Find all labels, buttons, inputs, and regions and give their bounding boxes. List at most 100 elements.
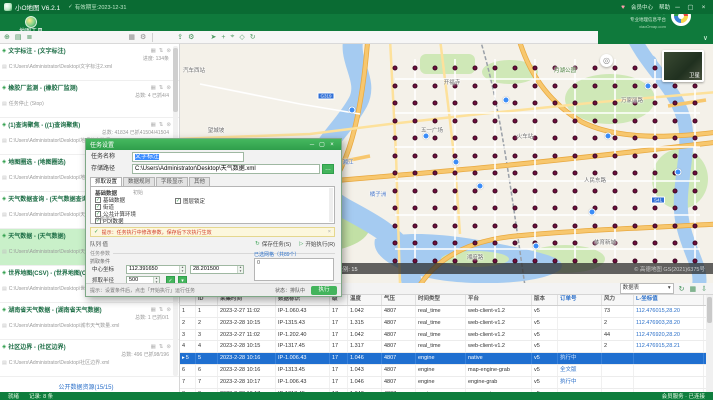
satellite-layer-toggle[interactable]: 卫星 bbox=[662, 50, 704, 82]
export-icon[interactable]: ⇩ bbox=[701, 285, 707, 293]
locate-button[interactable]: ◎ bbox=[600, 54, 613, 67]
save-icon: ↻ bbox=[255, 241, 260, 247]
heart-icon[interactable]: ♥ bbox=[621, 4, 625, 11]
column-header[interactable]: 版本 bbox=[532, 295, 558, 305]
task-item[interactable]: ◈ 橡胶厂监测 - (橡胶厂监测) ▦ ⇅ ⊗ 总数: 4 已抓4/4 ▤ 任务… bbox=[0, 81, 179, 118]
task-item-tools[interactable]: ▦ ⇅ ⊗ bbox=[151, 307, 171, 313]
table-cell[interactable]: 112.476915,28.21 bbox=[634, 341, 704, 352]
refresh-icon[interactable]: ↻ bbox=[250, 33, 256, 41]
pan-icon[interactable]: + bbox=[221, 34, 225, 41]
column-header[interactable]: 订单号 bbox=[558, 295, 602, 305]
dialog-tab[interactable]: 抓取设置 bbox=[90, 177, 122, 186]
table-row[interactable]: 112023-2-27 11:02IP-1.060.43171.0424807r… bbox=[180, 306, 713, 318]
column-header[interactable]: 风力 bbox=[602, 295, 634, 305]
polygon-icon[interactable]: ◇ bbox=[239, 33, 244, 41]
select-cursor-icon[interactable]: ➤ bbox=[210, 33, 216, 41]
dialog-title-bar[interactable]: 任务设置 ─ ▢ × bbox=[86, 139, 341, 150]
gear-icon[interactable]: ⚙ bbox=[140, 33, 146, 41]
task-list-icon[interactable]: ≣ bbox=[27, 33, 33, 41]
share-icon[interactable]: ⇪ bbox=[177, 33, 183, 41]
task-title: 橡胶厂监测 - (橡胶厂监测) bbox=[8, 83, 148, 92]
dataset-select[interactable]: 数据表 ▾ bbox=[620, 283, 674, 294]
columns-icon[interactable]: ▦ bbox=[128, 33, 135, 41]
browse-button[interactable]: … bbox=[322, 164, 334, 174]
task-file-path: ▤ 任务停止 (Stop) bbox=[2, 100, 171, 107]
table-cell: 1.043 bbox=[348, 365, 382, 376]
table-cell bbox=[634, 365, 704, 376]
grid-dot bbox=[473, 153, 478, 158]
dialog-tab[interactable]: 其他 bbox=[189, 177, 210, 186]
grid-dot bbox=[473, 66, 478, 71]
table-cell[interactable]: 全文版 bbox=[558, 365, 602, 376]
dialog-minimize-button[interactable]: ─ bbox=[307, 142, 317, 148]
task-name-input[interactable]: 文字标注 bbox=[132, 152, 244, 162]
task-file-path: ▤ C:\Users\Administrator\Desktop\文字标注2.x… bbox=[2, 63, 171, 70]
storage-path-input[interactable]: C:\Users\Administrator\Desktop\天气数据.xml bbox=[132, 164, 320, 174]
column-header[interactable]: L-坐标值 bbox=[634, 295, 704, 305]
save-task-button[interactable]: ↻ 保存任务(S) bbox=[255, 240, 291, 248]
task-item-tools[interactable]: ▦ ⇅ ⊗ bbox=[151, 48, 171, 54]
maximize-button[interactable]: ▢ bbox=[685, 3, 696, 11]
task-item[interactable]: ◈ 文字标注 - (文字标注) ▦ ⇅ ⊗ 进度: 134条 ▤ C:\User… bbox=[0, 44, 179, 81]
dialog-close-button[interactable]: × bbox=[327, 142, 337, 148]
column-header[interactable]: 温度 bbox=[348, 295, 382, 305]
public-data-link[interactable]: 公开数据资源(15/15) bbox=[0, 382, 172, 391]
grid-dot bbox=[493, 101, 498, 106]
panel-scrollbar[interactable] bbox=[329, 188, 333, 222]
table-cell[interactable]: 112.476903,28.20 bbox=[634, 318, 704, 329]
task-item[interactable]: ◈ 社区边界 - (社区边界) ▦ ⇅ ⊗ 总数: 496 已抓98/196 ▤… bbox=[0, 340, 179, 377]
run-task-button[interactable]: ▷ 开始执行(R) bbox=[299, 240, 335, 248]
table-scrollbar[interactable] bbox=[706, 295, 713, 392]
table-row[interactable]: 662023-2-28 10:16IP-1313.45171.0434807en… bbox=[180, 365, 713, 377]
close-button[interactable]: × bbox=[698, 4, 709, 11]
dialog-tab[interactable]: 数据规则 bbox=[123, 177, 155, 186]
target-icon[interactable]: ⌖ bbox=[230, 33, 234, 41]
refresh-table-icon[interactable]: ↻ bbox=[679, 285, 685, 293]
task-item-tools[interactable]: ▦ ⇅ ⊗ bbox=[151, 85, 171, 91]
open-folder-icon[interactable]: ▤ bbox=[15, 33, 22, 41]
table-cell[interactable]: 执行中 bbox=[558, 377, 602, 388]
grid-dot bbox=[553, 83, 558, 88]
grid-dot bbox=[593, 101, 598, 106]
table-row[interactable]: 552023-2-28 10:16IP-1.006.43171.0464807e… bbox=[180, 353, 713, 365]
task-item-tools[interactable]: ▦ ⇅ ⊗ bbox=[151, 344, 171, 350]
column-header[interactable]: 时间类型 bbox=[416, 295, 466, 305]
column-header[interactable]: 平台 bbox=[466, 295, 532, 305]
column-header[interactable]: 气压 bbox=[382, 295, 416, 305]
task-progress: 总数: 496 已抓98/196 bbox=[2, 351, 171, 359]
table-cell[interactable]: 112.476015,28.20 bbox=[634, 306, 704, 317]
table-cell[interactable]: 112.476920,28.20 bbox=[634, 330, 704, 341]
table-row[interactable]: 442023-2-28 10:15IP-1317.45171.3174807re… bbox=[180, 341, 713, 353]
help-button[interactable]: 帮助 bbox=[659, 3, 670, 11]
table-cell[interactable]: 执行中 bbox=[558, 353, 602, 364]
table-cell: 1.046 bbox=[348, 353, 382, 364]
table-row[interactable]: 222023-2-28 10:15IP-1315.43171.3154807re… bbox=[180, 318, 713, 330]
grid-dot bbox=[533, 153, 538, 158]
group-reset-link[interactable]: 初始 bbox=[133, 189, 143, 196]
brand-subtitle: 专业地理信息平台 bbox=[628, 17, 666, 23]
grid-dot bbox=[593, 66, 598, 71]
task-item-tools[interactable]: ▦ ⇅ ⊗ bbox=[151, 122, 171, 128]
minimize-button[interactable]: ─ bbox=[672, 4, 683, 11]
selected-grid-list[interactable]: 0 bbox=[254, 258, 334, 281]
latitude-spinner[interactable]: 28.201500 ▴▾ bbox=[190, 265, 244, 274]
member-center-button[interactable]: 会员中心 bbox=[631, 3, 653, 11]
queue-label[interactable]: 队列 值 bbox=[90, 240, 108, 248]
checkbox-layer-lock[interactable]: 图层锁定 bbox=[175, 197, 205, 204]
dialog-maximize-button[interactable]: ▢ bbox=[317, 141, 327, 148]
advanced-conditions-label[interactable]: 高级条件 bbox=[95, 215, 115, 222]
new-task-icon[interactable]: ⊕ bbox=[4, 33, 10, 41]
warning-close-icon[interactable]: × bbox=[328, 229, 331, 235]
map-settings-icon[interactable]: ⚙ bbox=[188, 33, 194, 41]
table-row[interactable]: 772023-2-28 10:17IP-1.006.43171.0464807e… bbox=[180, 377, 713, 389]
longitude-spinner[interactable]: 112.391650 ▴▾ bbox=[126, 265, 186, 274]
table-columns-icon[interactable]: ▦ bbox=[690, 285, 697, 293]
table-cell: IP-1.060.43 bbox=[276, 306, 330, 317]
task-item[interactable]: ◈ 湖南省天气数据 - (湖南省天气数据) ▦ ⇅ ⊗ 总数: 1 已抓0/1 … bbox=[0, 303, 179, 340]
chevron-down-icon[interactable]: ∨ bbox=[703, 34, 708, 42]
execute-button[interactable]: 执行 bbox=[311, 286, 337, 295]
table-cell bbox=[634, 377, 704, 388]
dialog-tab[interactable]: 字段显示 bbox=[156, 177, 188, 186]
table-row[interactable]: 332023-2-27 11:02IP-1.202.40171.0424807r… bbox=[180, 330, 713, 342]
grid-dot bbox=[393, 171, 398, 176]
